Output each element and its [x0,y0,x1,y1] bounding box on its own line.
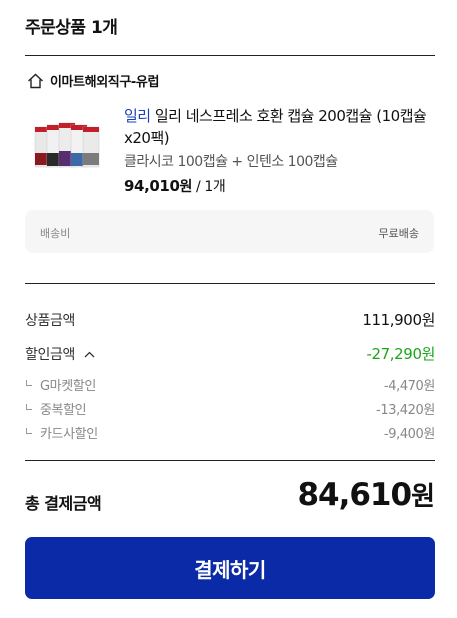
corner-icon [26,403,32,410]
discount-item-value: -9,400원 [383,427,435,442]
product-brand: 일리 [124,107,151,125]
total-label: 총 결제금액 [25,494,102,513]
corner-icon [26,427,32,434]
total-amount: 84,610원 [297,476,435,513]
goods-amount-row: 상품금액 111,900원 [25,309,435,330]
goods-amount-value: 111,900원 [362,311,435,329]
product-option: 클라시코 100캡슐 + 인텐소 100캡슐 [124,154,338,170]
discount-item-duplicate: 중복할인 -13,420원 [25,399,435,418]
chevron-up-icon [84,351,95,358]
product-name[interactable]: 일리 일리 네스프레소 호환 캡슐 200캡슐 (10캡슐x20팩) [124,105,439,149]
divider-top [25,55,435,56]
discount-item-label: 카드사할인 [40,427,98,442]
discount-item-label: 중복할인 [40,403,87,418]
discount-toggle[interactable]: 할인금액 [25,344,95,364]
shipping-box: 배송비 무료배송 [25,210,434,253]
shipping-value: 무료배송 [378,227,419,240]
shipping-label: 배송비 [40,227,71,240]
discount-item-label: G마켓할인 [40,379,96,394]
discount-amount-row[interactable]: 할인금액 -27,290원 [25,343,435,364]
goods-amount-label: 상품금액 [25,312,75,329]
discount-item-value: -4,470원 [383,379,435,394]
price-unit: 원 [179,179,192,195]
home-icon [28,73,43,88]
product-thumbnail[interactable] [33,117,103,172]
divider-bottom [25,460,435,461]
store-header: 이마트해외직구-유럽 [27,71,159,90]
discount-item-gmarket: G마켓할인 -4,470원 [25,375,435,394]
total-amount-value: 84,610 [297,477,412,513]
product-price: 94,010원 / 1개 [124,176,226,196]
discount-item-card: 카드사할인 -9,400원 [25,423,435,442]
quantity: / 1개 [191,179,226,195]
discount-amount-value: -27,290원 [366,345,436,363]
corner-icon [26,379,32,386]
discount-item-value: -13,420원 [376,403,435,418]
divider-middle [25,283,435,284]
discount-amount-label: 할인금액 [25,346,75,363]
store-name: 이마트해외직구-유럽 [50,75,160,90]
order-section-title: 주문상품 1개 [25,18,118,38]
product-title: 일리 네스프레소 호환 캡슐 200캡슐 (10캡슐x20팩) [124,107,427,147]
pay-button[interactable]: 결제하기 [25,537,435,599]
total-amount-unit: 원 [411,482,435,512]
price-amount: 94,010 [124,177,180,195]
